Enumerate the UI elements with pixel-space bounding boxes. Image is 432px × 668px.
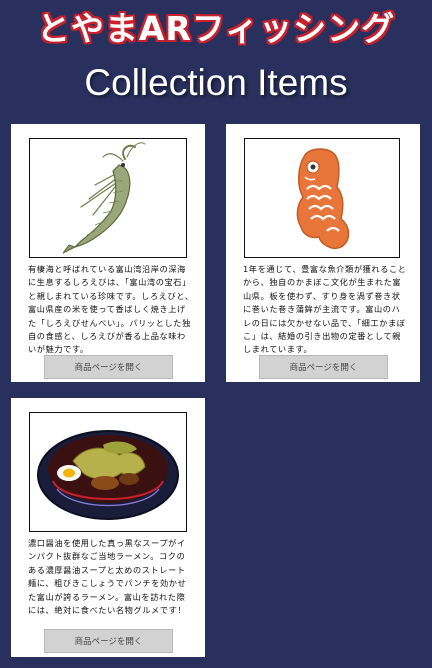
item-image-frame bbox=[244, 138, 400, 258]
app-title: とやまARフィッシング bbox=[36, 9, 396, 48]
open-product-page-button[interactable]: 商品ページを開く bbox=[44, 355, 173, 379]
item-description: 濃口醤油を使用した真っ黒なスープがインパクト抜群なご当地ラーメン。コクのある濃厚… bbox=[28, 538, 187, 616]
fish-kamaboko-icon bbox=[296, 148, 350, 249]
collection-card-ramen: 濃口醤油を使用した真っ黒なスープがインパクト抜群なご当地ラーメン。コクのある濃厚… bbox=[11, 398, 205, 657]
item-image-frame bbox=[29, 138, 187, 258]
item-image-frame bbox=[29, 412, 187, 532]
shrimp-icon bbox=[62, 142, 146, 254]
collection-card-kamaboko: 1年を通じて、豊富な魚介類が獲れることから、独自のかまぼこ文化が生まれた富山県。… bbox=[226, 124, 420, 382]
page-title: Collection Items bbox=[84, 62, 348, 103]
item-description: 有棲海と呼ばれている富山湾沿岸の深海に生息するしろえびは、「富山湾の宝石」と親し… bbox=[28, 264, 194, 355]
open-product-page-button[interactable]: 商品ページを開く bbox=[44, 629, 173, 653]
open-product-page-button[interactable]: 商品ページを開く bbox=[259, 355, 388, 379]
collection-card-shrimp: 有棲海と呼ばれている富山湾沿岸の深海に生息するしろえびは、「富山湾の宝石」と親し… bbox=[11, 124, 205, 382]
ramen-bowl-icon bbox=[37, 430, 179, 520]
item-description: 1年を通じて、豊富な魚介類が獲れることから、独自のかまぼこ文化が生まれた富山県。… bbox=[243, 264, 407, 355]
